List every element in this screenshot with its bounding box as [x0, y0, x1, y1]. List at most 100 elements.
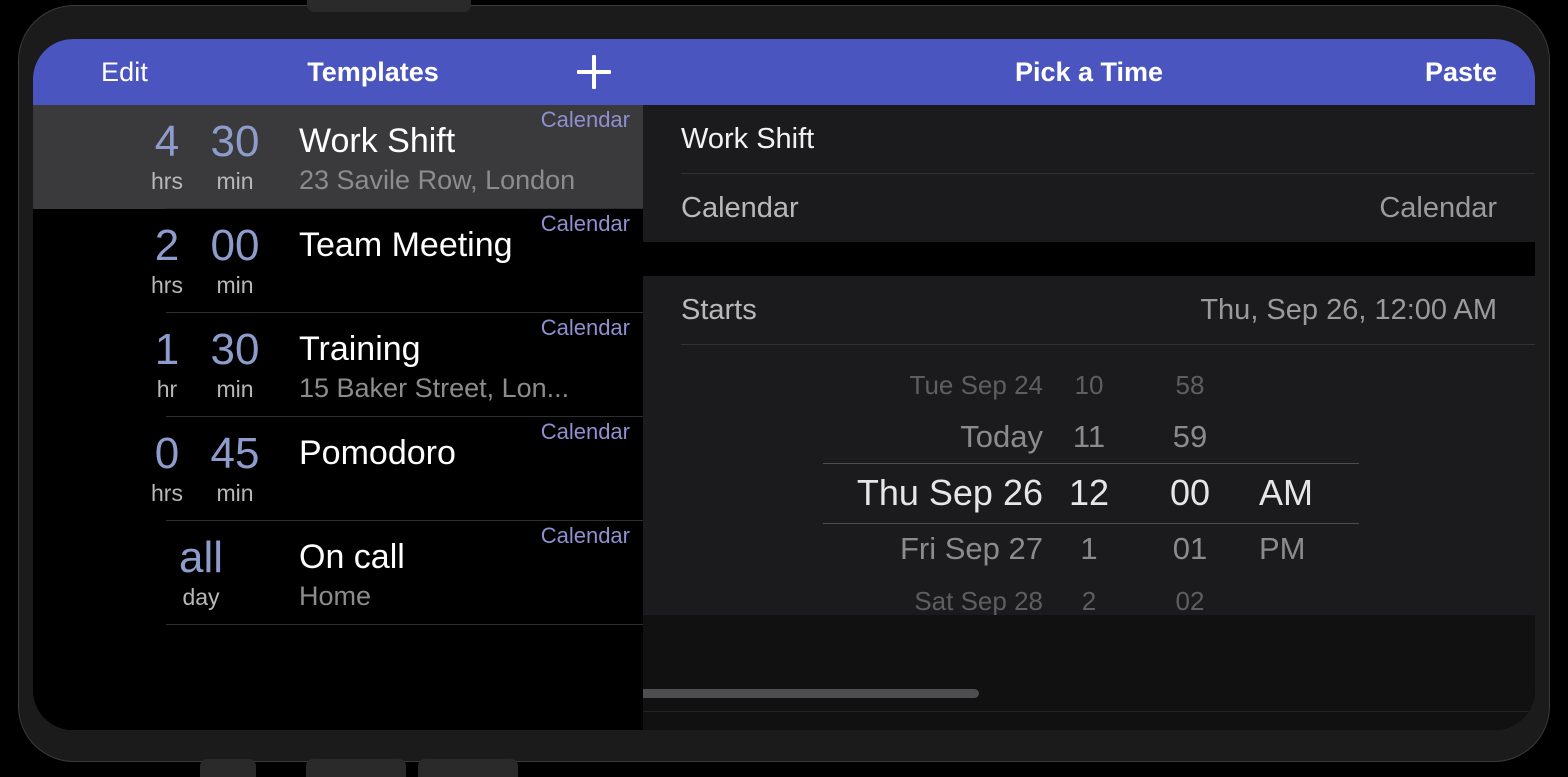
template-duration: 4 hrs 30 min	[133, 105, 269, 195]
template-calendar-tag: Calendar	[540, 211, 630, 236]
plus-icon[interactable]	[577, 55, 611, 89]
device-bottom-button-3[interactable]	[418, 759, 518, 777]
duration-minutes-value: 30	[210, 117, 260, 166]
picker-minute: 58	[1175, 369, 1205, 400]
picker-date: Sat Sep 28	[914, 585, 1043, 616]
starts-row[interactable]: Starts Thu, Sep 26, 12:00 AM	[643, 276, 1535, 344]
event-title-section: Work Shift Calendar Calendar	[643, 105, 1535, 242]
template-calendar-tag: Calendar	[540, 315, 630, 340]
duration-hours-value: 4	[154, 117, 180, 166]
date-time-picker[interactable]: Tue Sep 24 10 58 Today 11 59 Thu Sep 26 12 00 AM F…	[643, 345, 1535, 615]
picker-row[interactable]: Today 11 59	[643, 411, 1535, 463]
horizontal-scrollbar-track[interactable]	[643, 689, 1535, 712]
duration-minutes: 30 min	[201, 117, 269, 195]
picker-date: Fri Sep 27	[899, 531, 1043, 566]
duration-unit: day	[182, 584, 220, 610]
starts-section: Starts Thu, Sep 26, 12:00 AM Tue Sep 24 1…	[643, 276, 1535, 615]
pick-a-time-navbar: Pick a Time Paste	[643, 39, 1535, 105]
duration-hours-value: 1	[154, 325, 180, 374]
templates-list: 4 hrs 30 min Calendar Work Shift 23 Savile Row…	[33, 105, 643, 625]
duration-allday: all day	[133, 533, 269, 611]
duration-minutes-unit: min	[216, 376, 254, 402]
duration-hours-value: 2	[154, 221, 180, 270]
picker-date: Tue Sep 24	[909, 369, 1043, 400]
template-subtitle: Home	[299, 581, 372, 611]
duration-minutes-value: 00	[210, 221, 260, 270]
device-screen: Edit Templates 4 hrs 30 min Calendar Work Shi…	[33, 39, 1535, 730]
duration-minutes-unit: min	[216, 168, 254, 194]
template-subtitle: 15 Baker Street, Lon...	[299, 373, 570, 403]
screenshot-root: Edit Templates 4 hrs 30 min Calendar Work Shi…	[0, 0, 1568, 777]
duration-minutes-unit: min	[216, 480, 254, 506]
device-speaker-notch	[307, 0, 471, 12]
templates-navbar: Edit Templates	[33, 39, 643, 105]
template-duration: 2 hrs 00 min	[133, 209, 269, 299]
template-row[interactable]: 4 hrs 30 min Calendar Work Shift 23 Savile Row…	[33, 105, 643, 209]
template-duration: 1 hr 30 min	[133, 313, 269, 403]
picker-row[interactable]: Sat Sep 28 2 02	[643, 575, 1535, 616]
duration-minutes-unit: min	[216, 272, 254, 298]
duration-minutes-value: 45	[210, 429, 260, 478]
pick-a-time-pane: Pick a Time Paste Work Shift Calendar Ca…	[643, 39, 1535, 730]
picker-row[interactable]: Tue Sep 24 10 58	[643, 359, 1535, 411]
picker-hour: 2	[1081, 585, 1097, 616]
picker-date: Today	[960, 419, 1043, 454]
template-row[interactable]: 1 hr 30 min Calendar Training 15 Baker Street,…	[33, 313, 643, 417]
picker-minute: 02	[1175, 585, 1205, 616]
picker-selection-line-top	[823, 463, 1359, 464]
template-row[interactable]: 2 hrs 00 min Calendar Team Meeting	[33, 209, 643, 313]
device-bottom-button-2[interactable]	[306, 759, 406, 777]
duration-minutes: 30 min	[201, 325, 269, 403]
picker-hour: 1	[1080, 531, 1098, 566]
template-calendar-tag: Calendar	[540, 523, 630, 548]
template-body: Calendar Training 15 Baker Street, Lon...	[269, 313, 643, 405]
picker-minute: 00	[1169, 472, 1211, 513]
event-title-text: Work Shift	[681, 122, 815, 155]
duration-hours: 2 hrs	[133, 221, 201, 299]
picker-ampm: PM	[1259, 531, 1306, 566]
picker-hour: 10	[1074, 369, 1104, 400]
picker-minute: 59	[1172, 419, 1208, 454]
duration-hours-value: 0	[154, 429, 180, 478]
picker-row[interactable]: Fri Sep 27 1 01 PM	[643, 523, 1535, 575]
horizontal-scrollbar-thumb[interactable]	[643, 689, 979, 698]
template-body: Calendar Team Meeting	[269, 209, 643, 267]
duration-minutes-value: 30	[210, 325, 260, 374]
picker-hour: 11	[1072, 419, 1106, 454]
duration-hours: 1 hr	[133, 325, 201, 403]
duration-hours-unit: hrs	[151, 272, 183, 298]
calendar-row[interactable]: Calendar Calendar	[643, 174, 1535, 242]
template-calendar-tag: Calendar	[540, 107, 630, 132]
duration-minutes: 45 min	[201, 429, 269, 507]
duration-hours: 0 hrs	[133, 429, 201, 507]
duration-value: all	[178, 533, 224, 582]
device-bottom-button-1[interactable]	[200, 759, 256, 777]
event-title-row[interactable]: Work Shift	[643, 105, 1535, 173]
picker-ampm: AM	[1259, 472, 1313, 513]
template-calendar-tag: Calendar	[540, 419, 630, 444]
template-duration: all day	[133, 521, 269, 611]
template-row[interactable]: all day Calendar On call Home	[33, 521, 643, 625]
section-gap	[643, 242, 1535, 276]
starts-value: Thu, Sep 26, 12:00 AM	[1200, 293, 1497, 326]
template-row[interactable]: 0 hrs 45 min Calendar Pomodoro	[33, 417, 643, 521]
duration-hours-unit: hrs	[151, 480, 183, 506]
template-subtitle: 23 Savile Row, London	[299, 165, 576, 195]
duration-hours-unit: hrs	[151, 168, 183, 194]
left-pane-filler	[33, 669, 643, 730]
duration-hours: 4 hrs	[133, 117, 201, 195]
picker-selection-line-bottom	[823, 523, 1359, 524]
duration-minutes: 00 min	[201, 221, 269, 299]
picker-row[interactable]: Thu Sep 26 12 00 AM	[643, 463, 1535, 523]
duration-hours-unit: hr	[156, 376, 178, 402]
starts-label: Starts	[681, 293, 757, 326]
calendar-row-value: Calendar	[1379, 191, 1497, 224]
templates-pane: Edit Templates 4 hrs 30 min Calendar Work Shi…	[33, 39, 643, 730]
template-body: Calendar Work Shift 23 Savile Row, London	[269, 105, 643, 197]
pick-a-time-title: Pick a Time	[1014, 56, 1164, 87]
picker-minute: 01	[1172, 531, 1208, 566]
page-title: Templates	[307, 56, 439, 87]
template-body: Calendar On call Home	[269, 521, 643, 613]
paste-button[interactable]: Paste	[1425, 39, 1497, 105]
template-body: Calendar Pomodoro	[269, 417, 643, 475]
